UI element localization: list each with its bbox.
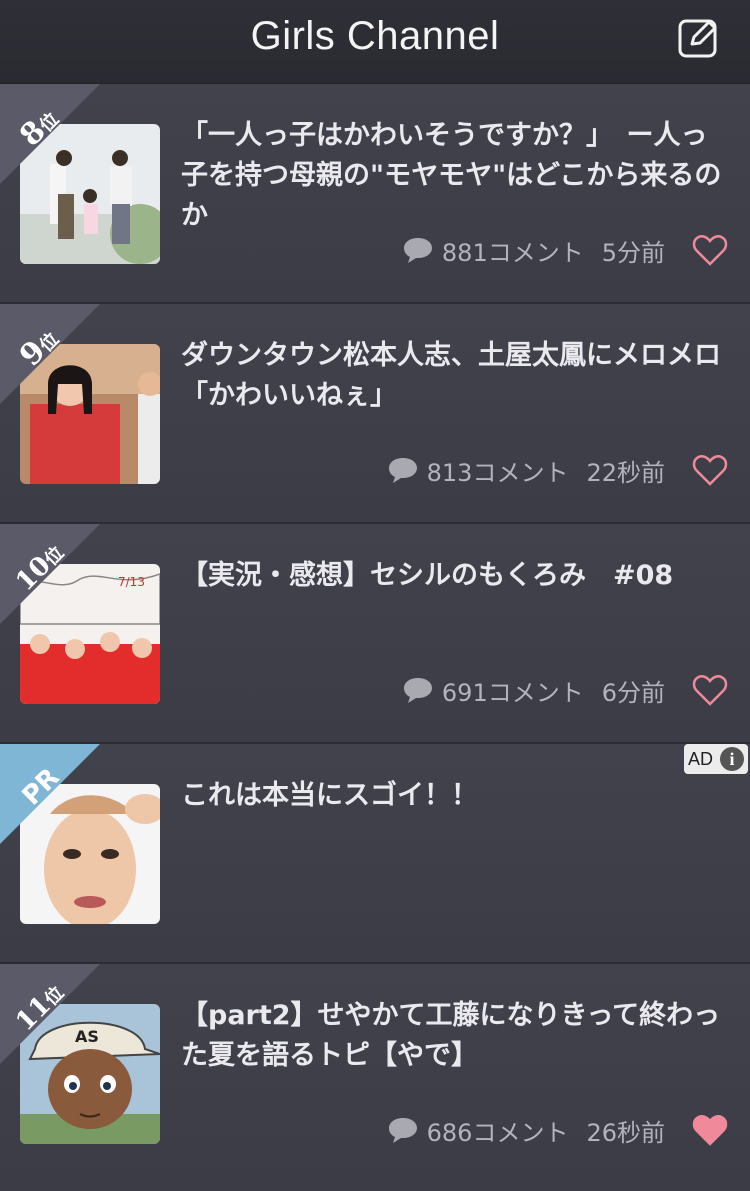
app-header: Girls Channel: [0, 0, 750, 84]
ad-thumbnail: [20, 784, 160, 924]
comment-icon: [388, 1118, 417, 1143]
topic-thumbnail: [20, 344, 160, 484]
comment-icon: [403, 678, 432, 703]
comment-count: 686コメント: [426, 1118, 569, 1147]
topic-title[interactable]: 【part2】せやかて工藤になりきって終わった夏を語るトピ【やで】: [181, 996, 726, 1076]
heart-icon[interactable]: [692, 672, 728, 708]
compose-icon[interactable]: [678, 17, 719, 58]
comment-count: 881コメント: [441, 238, 584, 267]
topic-meta: 881コメント 5分前: [402, 230, 665, 270]
comment-icon: [388, 458, 417, 483]
topic-time: 6分前: [601, 678, 665, 707]
topic-time: 5分前: [601, 238, 665, 267]
info-icon[interactable]: i: [720, 747, 744, 771]
comment-count: 691コメント: [441, 678, 584, 707]
ad-item[interactable]: PR AD i これは本当にスゴイ！！: [0, 744, 750, 964]
heart-filled-icon[interactable]: [692, 1112, 728, 1148]
topic-item[interactable]: AS 11位 【part2】せやかて工藤になりきって終わった夏を語るトピ【やで】…: [0, 964, 750, 1191]
comment-count: 813コメント: [426, 458, 569, 487]
heart-icon[interactable]: [692, 232, 728, 268]
ad-label: AD: [688, 748, 714, 769]
topic-meta: 813コメント 22秒前: [387, 450, 665, 490]
topic-meta: 686コメント 26秒前: [387, 1110, 665, 1150]
ad-badge[interactable]: AD i: [684, 744, 748, 774]
topic-item[interactable]: 8位 「一人っ子はかわいそうですか？」 ー人っ子を持つ母親の"モヤモヤ"はどこか…: [0, 84, 750, 304]
heart-icon[interactable]: [692, 452, 728, 488]
app-title: Girls Channel: [250, 14, 500, 58]
topic-thumbnail: AS: [20, 1004, 160, 1144]
topic-item[interactable]: 9位 ダウンタウン松本人志、土屋太鳳にメロメロ「かわいいねぇ」 813コメント …: [0, 304, 750, 524]
topic-time: 22秒前: [586, 458, 665, 487]
topic-title[interactable]: 「一人っ子はかわいそうですか？」 ー人っ子を持つ母親の"モヤモヤ"はどこから来る…: [181, 116, 726, 236]
svg-text:7/13: 7/13: [118, 575, 145, 589]
topic-thumbnail: [20, 124, 160, 264]
topic-time: 26秒前: [586, 1118, 665, 1147]
ad-title[interactable]: これは本当にスゴイ！！: [181, 776, 726, 816]
topic-title[interactable]: 【実況・感想】セシルのもくろみ #08: [181, 556, 726, 596]
topic-thumbnail: 7/13: [20, 564, 160, 704]
svg-text:AS: AS: [75, 1027, 99, 1046]
topic-meta: 691コメント 6分前: [402, 670, 665, 710]
comment-icon: [403, 238, 432, 263]
topic-item[interactable]: 7/13 10位 【実況・感想】セシルのもくろみ #08 691コメント 6分前: [0, 524, 750, 744]
topic-title[interactable]: ダウンタウン松本人志、土屋太鳳にメロメロ「かわいいねぇ」: [181, 336, 726, 416]
